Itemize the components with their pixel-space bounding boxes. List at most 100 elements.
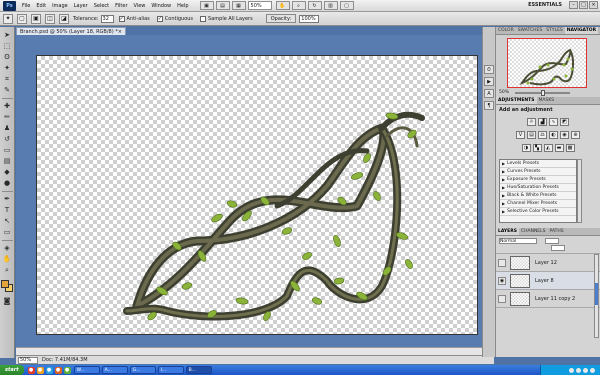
brightness-icon[interactable]: ☼ [527, 118, 536, 126]
tab-navigator[interactable]: NAVIGATOR [564, 27, 599, 34]
taskbar-window-button[interactable]: I... [157, 366, 184, 374]
add-to-selection-icon[interactable]: ▣ [31, 13, 41, 24]
3d-rotate-tool-icon[interactable]: ◈ [2, 243, 13, 253]
antialias-checkbox[interactable]: ✓ [118, 15, 125, 22]
invert-icon[interactable]: ◑ [521, 144, 531, 152]
image-canvas[interactable] [37, 56, 477, 334]
pen-tool-icon[interactable]: ✒ [2, 194, 13, 204]
shape-tool-icon[interactable]: ▭ [2, 227, 13, 237]
layers-scroll-thumb[interactable] [595, 283, 598, 305]
foreground-color-swatch[interactable] [1, 280, 9, 288]
maximize-icon[interactable]: □ [579, 1, 588, 9]
dodge-tool-icon[interactable]: ● [2, 178, 13, 188]
channel-mixer-icon[interactable]: ⊕ [571, 131, 580, 139]
menu-edit[interactable]: Edit [33, 3, 49, 9]
preset-levels[interactable]: ▶ Levels Presets [500, 160, 576, 168]
visibility-toggle-icon[interactable] [498, 258, 506, 267]
threshold-icon[interactable]: ◭ [543, 144, 553, 152]
navigator-preview[interactable] [507, 38, 587, 88]
preset-channel-mixer[interactable]: ▶ Channel Mixer Presets [500, 200, 576, 208]
sample-all-layers-checkbox[interactable] [200, 15, 207, 22]
black-white-icon[interactable]: ◐ [549, 131, 558, 139]
healing-brush-tool-icon[interactable]: ✚ [2, 101, 13, 111]
hand-tool-icon[interactable]: ✋ [2, 254, 13, 264]
contiguous-checkbox[interactable]: ✓ [156, 15, 163, 22]
opacity-input[interactable]: 100% [299, 14, 320, 23]
selective-color-icon[interactable]: ▩ [565, 144, 575, 152]
gradient-tool-icon[interactable]: ▤ [2, 156, 13, 166]
marquee-tool-icon[interactable]: ⬚ [2, 41, 13, 51]
clone-stamp-tool-icon[interactable]: ♟ [2, 123, 13, 133]
quicklaunch-icon[interactable]: ● [54, 366, 62, 374]
blur-tool-icon[interactable]: ◆ [2, 167, 13, 177]
layers-scrollbar[interactable] [594, 254, 599, 338]
layer-opacity-input[interactable] [545, 237, 559, 244]
hue-saturation-icon[interactable]: ▤ [527, 131, 536, 139]
color-balance-icon[interactable]: ⚖ [538, 131, 547, 139]
lock-icons[interactable] [499, 245, 529, 251]
layer-name[interactable]: Layer 12 [535, 260, 557, 266]
actions-panel-icon[interactable]: ▶ [484, 77, 494, 86]
magic-wand-icon[interactable]: ✦ [3, 13, 13, 24]
tab-color[interactable]: COLOR [496, 27, 516, 34]
taskbar-window-button[interactable]: A... [101, 366, 128, 374]
navigator-zoom-handle[interactable] [541, 89, 546, 96]
blend-mode-select[interactable]: Normal [499, 237, 537, 244]
quick-mask-icon[interactable]: ◙ [2, 296, 13, 306]
type-tool-icon[interactable]: T [2, 205, 13, 215]
subtract-selection-icon[interactable]: ◫ [45, 13, 55, 24]
intersect-selection-icon[interactable]: ◪ [59, 13, 69, 24]
status-zoom-input[interactable]: 50% [18, 356, 38, 364]
move-tool-icon[interactable]: ➤ [2, 30, 13, 40]
taskbar-window-button[interactable]: B... [185, 366, 212, 374]
navigator-zoom-slider[interactable] [515, 89, 571, 96]
fill-input[interactable] [551, 245, 565, 252]
mini-bridge-icon[interactable]: ▤ [215, 1, 230, 10]
zoom-level-select[interactable]: 50% [247, 1, 272, 10]
rotate-view-icon[interactable]: ↻ [307, 1, 322, 10]
tray-icon[interactable] [569, 367, 574, 373]
tray-icon[interactable] [583, 367, 588, 373]
document-tab[interactable]: Branch.psd @ 50% (Layer 18, RGB/8) * × [16, 27, 126, 35]
layer-row[interactable]: Layer 12 [496, 254, 600, 272]
preset-selective-color[interactable]: ▶ Selective Color Presets [500, 208, 576, 216]
tolerance-input[interactable]: 32 [100, 14, 114, 23]
tab-adjustments[interactable]: ADJUSTMENTS [496, 97, 537, 104]
eraser-tool-icon[interactable]: ▭ [2, 145, 13, 155]
layer-name[interactable]: Layer 11 copy 2 [535, 296, 575, 302]
eyedropper-tool-icon[interactable]: ✎ [2, 85, 13, 95]
tab-paths[interactable]: PATHS [548, 228, 566, 235]
layer-name[interactable]: Layer 8 [535, 278, 554, 284]
taskbar-window-button[interactable]: G... [129, 366, 156, 374]
history-panel-icon[interactable]: ⏱ [484, 65, 494, 74]
magic-wand-tool-icon[interactable]: ✦ [2, 63, 13, 73]
color-swatches[interactable] [1, 280, 13, 292]
close-document-icon[interactable]: × [118, 29, 122, 35]
quicklaunch-icon[interactable]: ● [27, 366, 35, 374]
tab-styles[interactable]: STYLES [544, 27, 565, 34]
layer-row[interactable]: ◉ Layer 8 [496, 272, 600, 290]
start-button[interactable]: start [0, 365, 24, 375]
close-icon[interactable]: × [589, 1, 598, 9]
posterize-icon[interactable]: ▚ [532, 144, 542, 152]
path-selection-tool-icon[interactable]: ↖ [2, 216, 13, 226]
quicklaunch-icon[interactable]: ● [45, 366, 53, 374]
quicklaunch-icon[interactable]: ● [36, 366, 44, 374]
new-selection-icon[interactable]: ▢ [17, 13, 27, 24]
tab-swatches[interactable]: SWATCHES [516, 27, 545, 34]
minimize-icon[interactable]: – [569, 1, 578, 9]
refine-edge-button[interactable]: Opacity: [265, 14, 297, 23]
preset-hue-saturation[interactable]: ▶ Hue/Saturation Presets [500, 184, 576, 192]
history-brush-tool-icon[interactable]: ↺ [2, 134, 13, 144]
menu-window[interactable]: Window [148, 3, 174, 9]
character-panel-icon[interactable]: A [484, 89, 494, 98]
taskbar-window-button[interactable]: W... [73, 366, 100, 374]
workspace-switcher[interactable]: ESSENTIALS [528, 2, 562, 8]
exposure-icon[interactable]: ◩ [560, 118, 569, 126]
paragraph-panel-icon[interactable]: ¶ [484, 101, 494, 110]
preset-black-white[interactable]: ▶ Black & White Presets [500, 192, 576, 200]
antialias-option[interactable]: ✓ Anti-alias [118, 15, 152, 22]
photo-filter-icon[interactable]: ◉ [560, 131, 569, 139]
sample-all-layers-option[interactable]: Sample All Layers [200, 15, 255, 22]
lasso-tool-icon[interactable]: ʘ [2, 52, 13, 62]
